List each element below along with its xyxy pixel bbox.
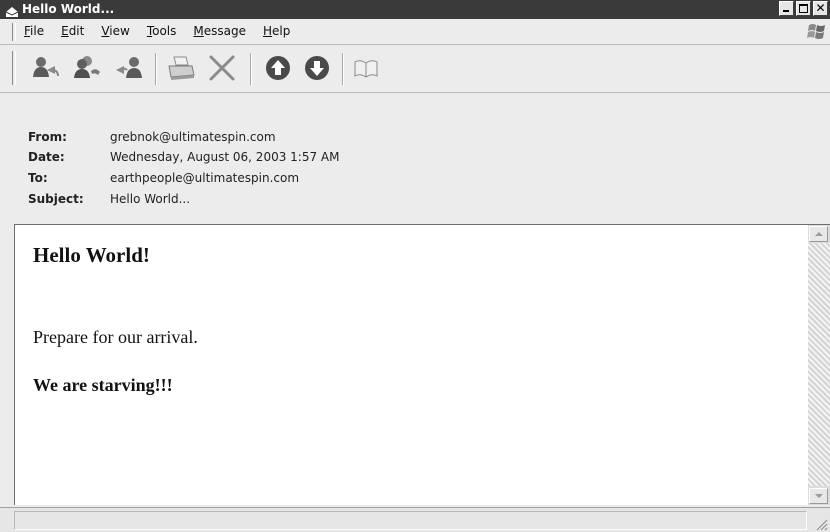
addresses-icon[interactable] [351,53,381,83]
minimize-button[interactable] [779,1,794,16]
toolbar [0,45,830,93]
menu-help[interactable]: Help [263,23,290,39]
subject-value: Hello World... [110,192,191,206]
menu-edit-label: dit [68,24,85,38]
vertical-scrollbar[interactable] [808,225,830,505]
menu-grip[interactable] [12,23,16,41]
maximize-button[interactable] [796,1,811,16]
scroll-down-button[interactable] [809,488,828,504]
title-bar[interactable]: Hello World... ✕ [0,0,830,19]
print-icon[interactable] [166,53,196,83]
message-heading: Hello World! [33,243,150,267]
status-panel [14,511,807,530]
menu-message-label: essage [203,24,247,38]
menu-file-label: ile [30,24,45,38]
to-label: To: [28,171,48,185]
message-body[interactable]: Hello World! Prepare for our arrival. We… [14,224,830,505]
message-bold-paragraph: We are starving!!! [33,375,173,395]
message-header: From: grebnok@ultimatespin.com Date: Wedne… [0,93,830,223]
to-value[interactable]: earthpeople@ultimatespin.com [110,170,299,186]
menu-file[interactable]: File [24,23,44,39]
menu-tools-label: ools [152,24,177,38]
scroll-track[interactable] [808,243,830,486]
toolbar-separator [250,53,252,85]
next-icon[interactable] [302,53,332,83]
date-row: Date: Wednesday, August 06, 2003 1:57 AM [28,149,340,165]
from-label: From: [28,130,67,144]
windows-logo-icon [806,22,828,42]
status-bar [0,507,830,532]
menu-items: File Edit View Tools Message Help [24,23,307,39]
to-row: To: earthpeople@ultimatespin.com [28,170,299,186]
menu-view-label: iew [109,24,130,38]
scroll-up-button[interactable] [809,226,828,242]
mail-window: Hello World... ✕ File Edit View Tools Me… [0,0,830,532]
toolbar-separator [342,53,344,85]
chevron-up-icon [815,232,823,236]
date-value: Wednesday, August 06, 2003 1:57 AM [110,150,340,164]
toolbar-grip[interactable] [12,51,16,85]
resize-grip-icon[interactable] [814,517,828,531]
chevron-down-icon [815,494,823,498]
menu-help-mnemonic: H [263,24,273,38]
close-button[interactable]: ✕ [813,1,828,16]
menu-view[interactable]: View [101,23,129,39]
toolbar-separator [155,53,157,85]
menu-bar: File Edit View Tools Message Help [0,19,830,45]
from-value[interactable]: grebnok@ultimatespin.com [110,129,276,145]
forward-icon[interactable] [114,53,144,83]
menu-tools[interactable]: Tools [147,23,177,39]
subject-row: Subject: Hello World... [28,191,190,207]
window-controls: ✕ [779,1,830,18]
delete-icon[interactable] [207,53,237,83]
reply-all-icon[interactable] [72,53,102,83]
subject-label: Subject: [28,192,84,206]
message-paragraph: Prepare for our arrival. [33,327,198,347]
menu-message[interactable]: Message [193,23,246,39]
menu-edit-mnemonic: E [61,24,69,38]
menu-edit[interactable]: Edit [61,23,84,39]
date-label: Date: [28,150,65,164]
window-title: Hello World... [22,2,115,16]
previous-icon[interactable] [263,53,293,83]
reply-icon[interactable] [30,53,60,83]
menu-message-mnemonic: M [193,24,204,38]
menu-help-label: elp [272,24,291,38]
from-row: From: grebnok@ultimatespin.com [28,129,276,145]
